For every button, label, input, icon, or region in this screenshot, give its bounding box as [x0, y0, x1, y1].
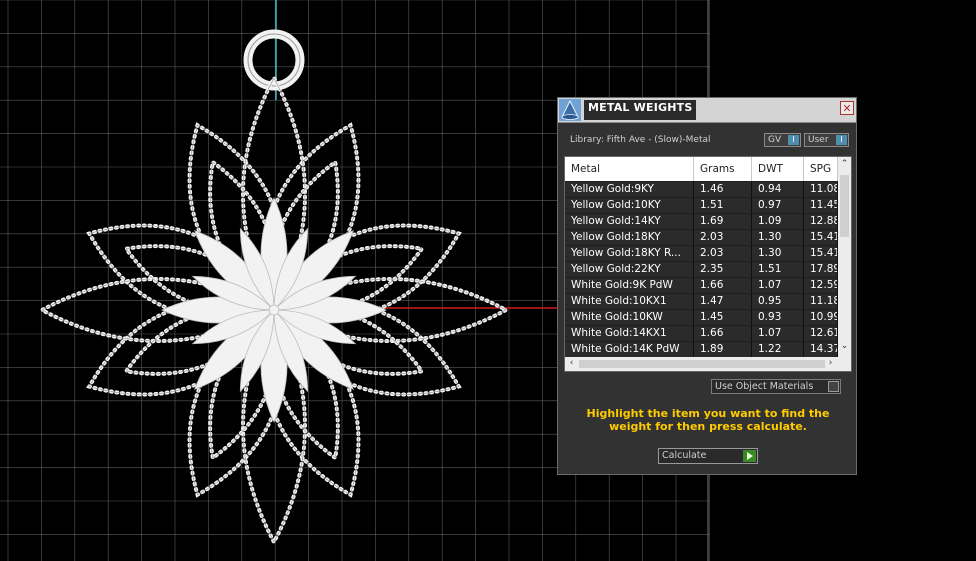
- checkbox-box[interactable]: [828, 381, 839, 392]
- cell-dwt: 0.94: [752, 182, 804, 197]
- cell-metal: Yellow Gold:18KY: [565, 230, 694, 245]
- cell-grams: 1.45: [694, 310, 752, 325]
- cell-spg: 11.08: [804, 182, 838, 197]
- calculate-button[interactable]: Calculate: [658, 448, 758, 464]
- cell-metal: Yellow Gold:10KY: [565, 198, 694, 213]
- cell-metal: White Gold:14K PdW: [565, 342, 694, 357]
- cell-dwt: 1.30: [752, 246, 804, 261]
- column-header-spg[interactable]: SPG: [804, 157, 838, 181]
- cell-grams: 1.66: [694, 278, 752, 293]
- play-icon: [743, 450, 756, 462]
- cell-grams: 1.66: [694, 326, 752, 341]
- vertical-scroll-thumb[interactable]: [840, 175, 849, 237]
- scroll-right-icon[interactable]: ›: [824, 358, 837, 368]
- calculate-label: Calculate: [662, 450, 707, 461]
- app-cone-icon: [559, 99, 581, 121]
- table-row[interactable]: Yellow Gold:9KY 1.46 0.94 11.08: [565, 182, 838, 197]
- scroll-left-icon[interactable]: ‹: [565, 358, 578, 368]
- panel-title: METAL WEIGHTS: [588, 101, 693, 114]
- table-row[interactable]: White Gold:10KX1 1.47 0.95 11.18: [565, 294, 838, 309]
- gv-toggle-label: GV: [768, 135, 782, 145]
- cell-grams: 1.46: [694, 182, 752, 197]
- user-indicator: I: [836, 135, 847, 145]
- close-icon[interactable]: ✕: [840, 101, 854, 115]
- column-header-metal[interactable]: Metal: [565, 157, 694, 181]
- panel-titlebar[interactable]: METAL WEIGHTS ✕: [558, 98, 856, 123]
- vertical-scrollbar[interactable]: ⌃ ⌄: [838, 157, 851, 357]
- cell-spg: 17.89: [804, 262, 838, 277]
- cell-metal: White Gold:14KX1: [565, 326, 694, 341]
- cell-grams: 2.35: [694, 262, 752, 277]
- cell-grams: 1.51: [694, 198, 752, 213]
- instruction-text: Highlight the item you want to find the …: [586, 407, 830, 433]
- table-row[interactable]: White Gold:9K PdW 1.66 1.07 12.59: [565, 278, 838, 293]
- table-row[interactable]: Yellow Gold:14KY 1.69 1.09 12.88: [565, 214, 838, 229]
- cell-dwt: 1.07: [752, 278, 804, 293]
- metal-table: Metal Grams DWT SPG Yellow Gold:9KY 1.46 0…: [564, 156, 852, 372]
- cell-spg: 14.37: [804, 342, 838, 357]
- cell-dwt: 1.51: [752, 262, 804, 277]
- cell-dwt: 0.93: [752, 310, 804, 325]
- table-row[interactable]: Yellow Gold:22KY 2.35 1.51 17.89: [565, 262, 838, 277]
- table-row[interactable]: White Gold:10KW 1.45 0.93 10.99: [565, 310, 838, 325]
- cell-dwt: 1.09: [752, 214, 804, 229]
- table-row[interactable]: White Gold:14KX1 1.66 1.07 12.61: [565, 326, 838, 341]
- horizontal-scroll-thumb[interactable]: [579, 360, 825, 368]
- cell-spg: 15.41: [804, 246, 838, 261]
- cell-metal: Yellow Gold:9KY: [565, 182, 694, 197]
- horizontal-scrollbar[interactable]: ‹ ›: [565, 357, 851, 371]
- cell-spg: 11.18: [804, 294, 838, 309]
- library-label: Library: Fifth Ave - (Slow)-Metal: [570, 135, 711, 145]
- metal-weights-panel: METAL WEIGHTS ✕ Library: Fifth Ave - (Sl…: [557, 97, 857, 475]
- use-object-materials-label: Use Object Materials: [715, 381, 814, 392]
- cell-dwt: 1.22: [752, 342, 804, 357]
- cell-dwt: 0.95: [752, 294, 804, 309]
- cell-metal: White Gold:10KX1: [565, 294, 694, 309]
- cell-spg: 15.41: [804, 230, 838, 245]
- cell-spg: 12.61: [804, 326, 838, 341]
- cell-metal: Yellow Gold:14KY: [565, 214, 694, 229]
- cell-dwt: 1.07: [752, 326, 804, 341]
- use-object-materials-checkbox[interactable]: Use Object Materials: [711, 379, 841, 394]
- scroll-down-icon[interactable]: ⌄: [838, 341, 851, 351]
- user-toggle[interactable]: User I: [804, 133, 849, 147]
- cell-grams: 1.47: [694, 294, 752, 309]
- table-row[interactable]: Yellow Gold:18KY R... 2.03 1.30 15.41: [565, 246, 838, 261]
- cell-grams: 1.69: [694, 214, 752, 229]
- pendant-model[interactable]: [37, 29, 511, 547]
- gv-indicator: I: [788, 135, 799, 145]
- cell-dwt: 1.30: [752, 230, 804, 245]
- center-bead: [268, 304, 280, 316]
- cell-spg: 10.99: [804, 310, 838, 325]
- cell-dwt: 0.97: [752, 198, 804, 213]
- cell-metal: White Gold:9K PdW: [565, 278, 694, 293]
- column-header-grams[interactable]: Grams: [694, 157, 752, 181]
- table-row[interactable]: Yellow Gold:18KY 2.03 1.30 15.41: [565, 230, 838, 245]
- cell-grams: 2.03: [694, 230, 752, 245]
- scroll-up-icon[interactable]: ⌃: [838, 159, 851, 169]
- cell-grams: 1.89: [694, 342, 752, 357]
- cell-metal: Yellow Gold:18KY R...: [565, 246, 694, 261]
- table-header: Metal Grams DWT SPG: [565, 157, 838, 181]
- gv-toggle[interactable]: GV I: [764, 133, 801, 147]
- cell-grams: 2.03: [694, 246, 752, 261]
- table-row[interactable]: White Gold:14K PdW 1.89 1.22 14.37: [565, 342, 838, 357]
- cell-metal: Yellow Gold:22KY: [565, 262, 694, 277]
- user-toggle-label: User: [808, 135, 829, 145]
- cell-spg: 12.59: [804, 278, 838, 293]
- column-header-dwt[interactable]: DWT: [752, 157, 804, 181]
- cell-spg: 12.88: [804, 214, 838, 229]
- cell-spg: 11.45: [804, 198, 838, 213]
- cell-metal: White Gold:10KW: [565, 310, 694, 325]
- table-row[interactable]: Yellow Gold:10KY 1.51 0.97 11.45: [565, 198, 838, 213]
